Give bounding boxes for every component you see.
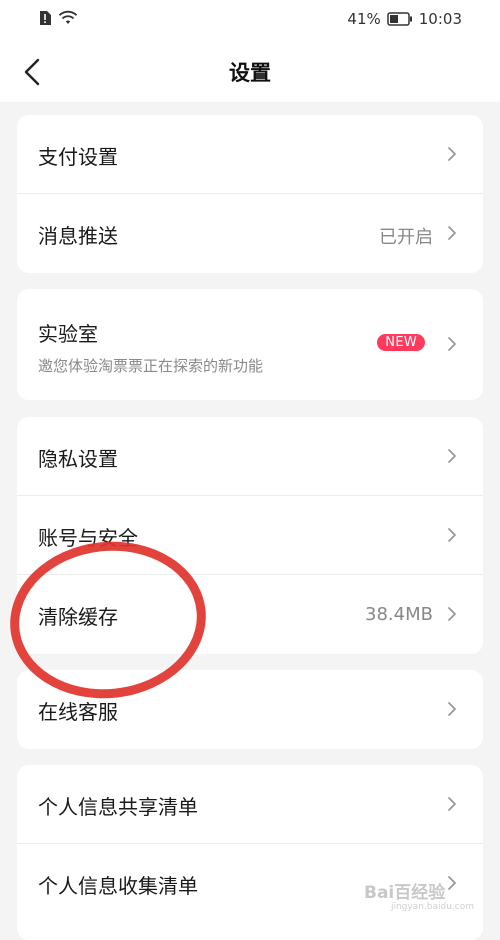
status-left xyxy=(38,10,78,26)
chevron-right-icon xyxy=(448,702,456,716)
row-label: 在线客服 xyxy=(38,700,118,724)
row-account-security[interactable]: 账号与安全 xyxy=(17,496,483,575)
row-clear-cache[interactable]: 清除缓存 38.4MB xyxy=(17,575,483,654)
status-bar: 41% 10:03 xyxy=(0,0,500,40)
row-label: 支付设置 xyxy=(38,145,118,169)
page-title: 设置 xyxy=(229,61,271,85)
settings-card-info-lists: 个人信息共享清单 个人信息收集清单 xyxy=(17,765,483,940)
chevron-right-icon xyxy=(448,337,456,351)
cache-size: 38.4MB xyxy=(365,604,433,625)
row-info-collect-list[interactable]: 个人信息收集清单 xyxy=(17,844,483,923)
status-right: 41% 10:03 xyxy=(347,10,462,28)
row-label: 个人信息收集清单 xyxy=(38,874,198,898)
row-info-share-list[interactable]: 个人信息共享清单 xyxy=(17,765,483,844)
nav-header: 设置 xyxy=(0,40,500,102)
row-payment-settings[interactable]: 支付设置 xyxy=(17,115,483,194)
row-label: 账号与安全 xyxy=(38,526,138,550)
sim-alert-icon xyxy=(40,11,51,25)
row-push-notifications[interactable]: 消息推送 已开启 xyxy=(17,194,483,273)
row-lab[interactable]: 实验室 邀您体验淘票票正在探索的新功能 NEW xyxy=(17,289,483,400)
row-privacy-settings[interactable]: 隐私设置 xyxy=(17,417,483,496)
chevron-right-icon xyxy=(448,607,456,621)
row-subtitle: 邀您体验淘票票正在探索的新功能 xyxy=(38,357,264,375)
row-label: 实验室 xyxy=(38,322,98,346)
chevron-right-icon xyxy=(448,528,456,542)
new-badge: NEW xyxy=(377,334,425,351)
battery-icon xyxy=(387,12,412,26)
settings-card-payment: 支付设置 消息推送 已开启 xyxy=(17,115,483,273)
chevron-right-icon xyxy=(448,226,456,240)
wifi-icon xyxy=(58,10,78,24)
chevron-right-icon xyxy=(448,147,456,161)
chevron-right-icon xyxy=(448,449,456,463)
settings-card-lab: 实验室 邀您体验淘票票正在探索的新功能 NEW xyxy=(17,289,483,400)
row-label: 清除缓存 xyxy=(38,605,118,629)
row-label: 消息推送 xyxy=(38,224,118,248)
row-label: 隐私设置 xyxy=(38,447,118,471)
row-value: 已开启 xyxy=(379,227,433,248)
settings-card-privacy: 隐私设置 账号与安全 清除缓存 38.4MB xyxy=(17,417,483,654)
row-online-support[interactable]: 在线客服 xyxy=(17,670,483,749)
chevron-right-icon xyxy=(448,797,456,811)
row-label: 个人信息共享清单 xyxy=(38,795,198,819)
clock: 10:03 xyxy=(418,10,462,28)
chevron-right-icon xyxy=(448,876,456,890)
settings-card-support: 在线客服 xyxy=(17,670,483,749)
battery-percent: 41% xyxy=(347,10,381,28)
